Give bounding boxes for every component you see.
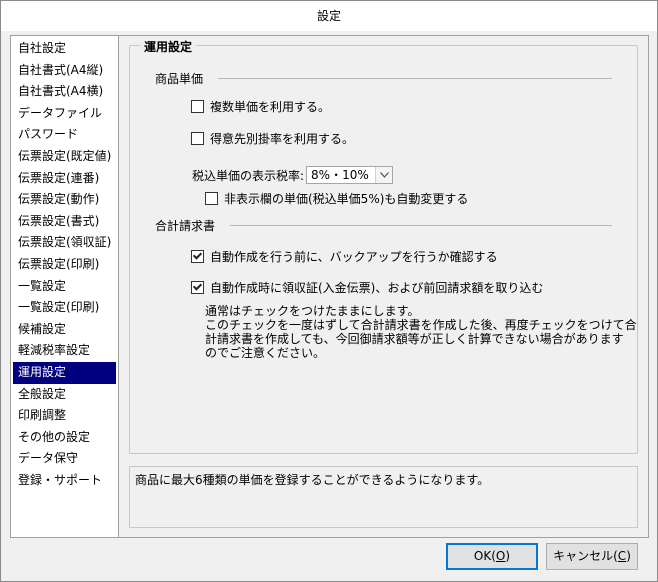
auto-change-checkbox-box[interactable] (205, 192, 218, 205)
sidebar-item[interactable]: 伝票設定(連番) (13, 168, 116, 190)
sidebar-item[interactable]: 登録・サポート (13, 470, 116, 492)
checkmark-icon (192, 250, 203, 260)
sidebar-item[interactable]: 一覧設定 (13, 276, 116, 298)
ok-button[interactable]: OK(O) (446, 543, 538, 570)
multi-price-label: 複数単価を利用する。 (210, 100, 331, 114)
invoice-section-divider (230, 225, 612, 226)
ok-label: OK( (473, 549, 496, 563)
sidebar-item[interactable]: その他の設定 (13, 427, 116, 449)
dialog-footer: OK(O) キャンセル(C) (10, 540, 649, 572)
sidebar-item[interactable]: 候補設定 (13, 319, 116, 341)
operation-settings-group: 運用設定 商品単価 複数単価を利用する。 得意先別掛率を利用する。 税込単価の表… (129, 38, 638, 454)
cancel-label: キャンセル( (553, 549, 618, 563)
cancel-accesskey: C (617, 549, 627, 563)
sidebar-item[interactable]: 運用設定 (13, 361, 116, 384)
cancel-suffix: ) (626, 549, 631, 563)
settings-dialog: 設定 自社設定 自社書式(A4縦) 自社書式(A4横) データファイル パスワード 伝票設… (0, 0, 658, 582)
sidebar-item[interactable]: 伝票設定(書式) (13, 211, 116, 233)
auto-change-checkbox[interactable]: 非表示欄の単価(税込単価5%)も自動変更する (205, 190, 468, 207)
sidebar-item[interactable]: 全般設定 (13, 384, 116, 406)
sidebar-item[interactable]: 自社書式(A4横) (13, 81, 116, 103)
tax-rate-row: 税込単価の表示税率: 8%・10% (192, 166, 394, 184)
multi-price-checkbox-box[interactable] (191, 100, 204, 113)
note-line: 通常はチェックをつけたままにします。 (205, 304, 420, 318)
auto-change-label: 非表示欄の単価(税込単価5%)も自動変更する (224, 192, 469, 206)
include-receipts-checkbox[interactable]: 自動作成時に領収証(入金伝票)、および前回請求額を取り込む (191, 279, 543, 296)
ok-accesskey: O (495, 549, 506, 563)
sidebar-item[interactable]: 軽減税率設定 (13, 340, 116, 362)
sidebar-item[interactable]: 一覧設定(印刷) (13, 297, 116, 319)
ok-suffix: ) (505, 549, 511, 563)
sidebar-item[interactable]: 印刷調整 (13, 405, 116, 427)
include-receipts-checkbox-box[interactable] (191, 281, 204, 294)
sidebar-item[interactable]: データファイル (13, 103, 116, 125)
sidebar-item[interactable]: 伝票設定(印刷) (13, 254, 116, 276)
price-section-divider (218, 78, 612, 79)
settings-panel: 運用設定 商品単価 複数単価を利用する。 得意先別掛率を利用する。 税込単価の表… (119, 35, 649, 538)
customer-rate-checkbox-box[interactable] (191, 132, 204, 145)
customer-rate-label: 得意先別掛率を利用する。 (210, 132, 355, 146)
invoice-note: 通常はチェックをつけたままにします。 このチェックを一度はずして合計請求書を作成… (205, 304, 637, 360)
checkmark-icon (192, 281, 203, 291)
sidebar-item[interactable]: パスワード (13, 124, 116, 146)
sidebar-item[interactable]: 自社書式(A4縦) (13, 60, 116, 82)
price-section-heading: 商品単価 (155, 72, 204, 86)
sidebar-item[interactable]: データ保守 (13, 448, 116, 470)
settings-category-list[interactable]: 自社設定 自社書式(A4縦) 自社書式(A4横) データファイル パスワード 伝票設定(既… (10, 35, 119, 538)
note-line: 計請求書を作成しても、今回御請求額等が正しく計算できない場合があります (205, 332, 624, 346)
customer-rate-checkbox[interactable]: 得意先別掛率を利用する。 (191, 130, 354, 147)
backup-confirm-label: 自動作成を行う前に、バックアップを行うか確認する (210, 250, 498, 264)
multi-price-checkbox[interactable]: 複数単価を利用する。 (191, 98, 330, 115)
backup-confirm-checkbox-box[interactable] (191, 250, 204, 263)
note-line: のでご注意ください。 (205, 346, 326, 360)
sidebar-item[interactable]: 伝票設定(既定値) (13, 146, 116, 168)
cancel-button[interactable]: キャンセル(C) (546, 543, 638, 570)
invoice-section-heading: 合計請求書 (155, 219, 216, 233)
tax-rate-value: 8%・10% (311, 168, 369, 182)
sidebar-item[interactable]: 伝票設定(動作) (13, 189, 116, 211)
window-title: 設定 (1, 1, 657, 31)
tax-rate-label: 税込単価の表示税率: (192, 168, 305, 183)
chevron-down-icon[interactable] (375, 167, 393, 183)
sidebar-item[interactable]: 自社設定 (13, 38, 116, 60)
note-line: このチェックを一度はずして合計請求書を作成した後、再度チェックをつけて合 (205, 318, 637, 332)
backup-confirm-checkbox[interactable]: 自動作成を行う前に、バックアップを行うか確認する (191, 248, 498, 265)
sidebar-item[interactable]: 伝票設定(領収証) (13, 232, 116, 254)
include-receipts-label: 自動作成時に領収証(入金伝票)、および前回請求額を取り込む (210, 281, 544, 295)
setting-description: 商品に最大6種類の単価を登録することができるようになります。 (129, 466, 638, 528)
tax-rate-select[interactable]: 8%・10% (306, 166, 394, 184)
group-title: 運用設定 (140, 38, 197, 55)
